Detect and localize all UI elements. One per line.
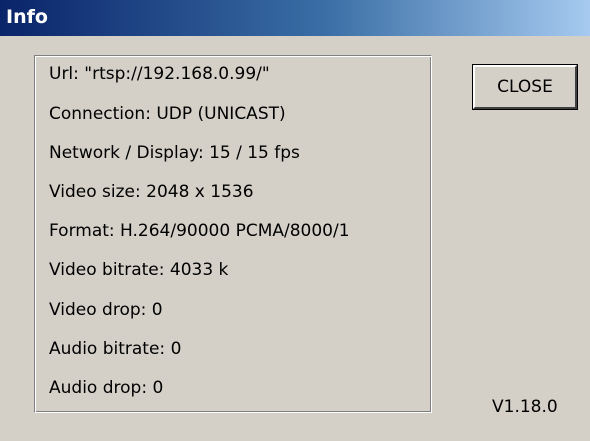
info-panel: Url: "rtsp://192.168.0.99/" Connection: … bbox=[34, 55, 432, 413]
video-bitrate-info: Video bitrate: 4033 k bbox=[49, 260, 229, 280]
audio-drop-info: Audio drop: 0 bbox=[49, 378, 164, 398]
info-dialog: Info Url: "rtsp://192.168.0.99/" Connect… bbox=[0, 0, 590, 441]
audio-bitrate-info: Audio bitrate: 0 bbox=[49, 339, 182, 359]
video-drop-info: Video drop: 0 bbox=[49, 300, 163, 320]
window-title: Info bbox=[6, 6, 48, 28]
video-size-info: Video size: 2048 x 1536 bbox=[49, 182, 254, 202]
url-info: Url: "rtsp://192.168.0.99/" bbox=[49, 64, 270, 84]
connection-info: Connection: UDP (UNICAST) bbox=[49, 104, 286, 124]
network-display-info: Network / Display: 15 / 15 fps bbox=[49, 143, 300, 163]
format-info: Format: H.264/90000 PCMA/8000/1 bbox=[49, 221, 350, 241]
version-label: V1.18.0 bbox=[492, 397, 558, 417]
close-button[interactable]: CLOSE bbox=[473, 65, 577, 109]
title-bar[interactable]: Info bbox=[0, 0, 590, 36]
